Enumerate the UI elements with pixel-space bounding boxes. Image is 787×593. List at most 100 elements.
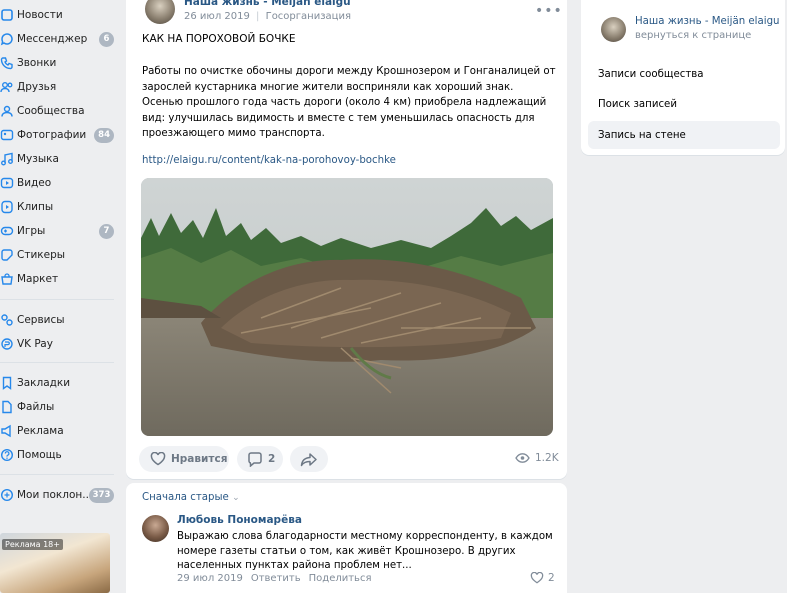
sidebar-item-news[interactable]: Новости (0, 4, 118, 26)
counter-badge: 84 (94, 127, 114, 143)
sidebar-item-services[interactable]: Сервисы (0, 309, 118, 331)
counter-badge: 7 (99, 223, 114, 239)
heart-icon (530, 572, 544, 584)
post-photo-image (141, 178, 553, 436)
avatar[interactable] (142, 515, 169, 542)
sidebar-item-label: Музыка (17, 153, 59, 165)
bookmarks-icon (2, 376, 12, 390)
menu-item-label: Поиск записей (598, 98, 677, 110)
views-count: 1.2K (535, 452, 559, 464)
games-icon (0, 226, 14, 236)
comment-meta: 29 июл 2019 Ответить Поделиться (177, 573, 371, 584)
sidebar-item-label: Сервисы (17, 314, 65, 326)
sidebar-item-label: Мои поклон... (17, 489, 90, 501)
comment-like-button[interactable]: 2 (530, 572, 555, 584)
sidebar-item-label: Клипы (17, 201, 54, 213)
left-sidebar: Новости Мессенджер 6 Звонки Друзья Сообщ… (0, 0, 118, 593)
sidebar-item-label: Помощь (17, 449, 62, 461)
photo-icon (0, 129, 14, 141)
post-date[interactable]: 26 июл 2019 (184, 11, 250, 22)
sidebar-item-friends[interactable]: Друзья (0, 76, 118, 98)
sidebar-item-communities[interactable]: Сообщества (0, 100, 118, 122)
counter-badge: 373 (89, 487, 114, 503)
post-text: Работы по очистке обочины дороги между К… (142, 66, 556, 139)
sidebar-item-photos[interactable]: Фотографии 84 (0, 124, 118, 146)
sidebar-item-label: Мессенджер (17, 33, 88, 45)
vkpay-icon (1, 338, 13, 350)
sidebar-item-label: Звонки (17, 57, 57, 69)
more-options-icon[interactable]: ••• (535, 3, 563, 19)
post-meta: 26 июл 2019 | Госорганизация (184, 11, 351, 22)
eye-icon (515, 453, 530, 463)
sidebar-divider (0, 474, 114, 475)
post-title: КАК НА ПОРОХОВОЙ БОЧКЕ (142, 33, 296, 45)
sidebar-item-label: Фотографии (17, 129, 87, 141)
sidebar-item-stickers[interactable]: Стикеры (0, 244, 118, 266)
sidebar-item-label: Стикеры (17, 249, 66, 261)
community-avatar[interactable] (601, 17, 626, 42)
comment-date[interactable]: 29 июл 2019 (177, 573, 243, 584)
sidebar-divider (0, 362, 114, 363)
chevron-down-icon: ⌄ (232, 493, 240, 503)
sidebar-item-label: Сообщества (17, 105, 85, 117)
sidebar-item-video[interactable]: Видео (0, 172, 118, 194)
back-to-page-link[interactable]: вернуться к странице (635, 30, 751, 41)
post-link[interactable]: http://elaigu.ru/content/kak-na-porohovo… (142, 155, 396, 166)
views-counter: 1.2K (515, 452, 559, 464)
sidebar-item-games[interactable]: Игры 7 (0, 220, 118, 242)
sidebar-item-messenger[interactable]: Мессенджер 6 (0, 28, 118, 50)
clips-icon (1, 200, 13, 214)
sidebar-divider (0, 299, 114, 300)
stickers-icon (1, 249, 13, 261)
menu-item-label: Запись на стене (598, 129, 686, 141)
sidebar-item-label: VK Pay (17, 338, 53, 350)
share-icon (300, 452, 317, 466)
sidebar-item-ads[interactable]: Реклама (0, 420, 118, 442)
comments-sort-dropdown[interactable]: Сначала старые ⌄ (142, 492, 240, 503)
sidebar-item-label: Файлы (17, 401, 55, 413)
sidebar-item-label: Видео (17, 177, 52, 189)
chat-icon (0, 33, 13, 46)
comment-like-count: 2 (548, 572, 555, 584)
share-link[interactable]: Поделиться (309, 573, 372, 584)
meta-separator: | (256, 11, 260, 22)
friends-icon (0, 82, 13, 93)
counter-badge: 6 (99, 31, 114, 47)
sidebar-item-market[interactable]: Маркет (0, 268, 118, 290)
market-icon (1, 273, 13, 285)
sidebar-item-fans[interactable]: Мои поклон... 373 (0, 484, 118, 506)
comment-text: Выражаю слова благодарности местному кор… (177, 531, 553, 571)
heart-icon (150, 452, 166, 466)
ads-icon (1, 424, 11, 438)
ad-banner[interactable]: Реклама 18+ (0, 533, 110, 593)
sidebar-item-files[interactable]: Файлы (0, 396, 118, 418)
sidebar-item-music[interactable]: Музыка (0, 148, 118, 170)
comment-count: 2 (268, 453, 276, 465)
org-type: Госорганизация (265, 11, 351, 22)
video-icon (0, 177, 14, 189)
sidebar-item-clips[interactable]: Клипы (0, 196, 118, 218)
menu-item-community-posts[interactable]: Записи сообщества (588, 60, 780, 88)
menu-item-label: Записи сообщества (598, 68, 704, 80)
comment-button[interactable]: 2 (237, 446, 283, 472)
reply-link[interactable]: Ответить (251, 573, 301, 584)
sidebar-item-label: Реклама (17, 425, 64, 437)
community-link[interactable]: Наша жизнь - Meijän elaigu (635, 16, 780, 27)
sidebar-item-vkpay[interactable]: VK Pay (0, 333, 118, 355)
share-button[interactable] (290, 446, 328, 472)
post-author[interactable]: Наша жизнь - Meijän elaigu (184, 0, 351, 8)
like-label: Нравится (171, 453, 228, 465)
comment-author[interactable]: Любовь Пономарёва (177, 514, 302, 526)
services-icon (1, 314, 13, 326)
sidebar-item-help[interactable]: Помощь (0, 444, 118, 466)
post-photo[interactable] (141, 178, 553, 436)
sidebar-item-calls[interactable]: Звонки (0, 52, 118, 74)
sidebar-item-label: Игры (17, 225, 46, 237)
files-icon (2, 400, 12, 414)
sidebar-item-label: Друзья (17, 81, 57, 93)
fans-icon (0, 488, 14, 502)
like-button[interactable]: Нравится (139, 446, 229, 472)
sidebar-item-bookmarks[interactable]: Закладки (0, 372, 118, 394)
menu-item-wall-post[interactable]: Запись на стене (588, 121, 780, 149)
menu-item-search-posts[interactable]: Поиск записей (588, 90, 780, 118)
